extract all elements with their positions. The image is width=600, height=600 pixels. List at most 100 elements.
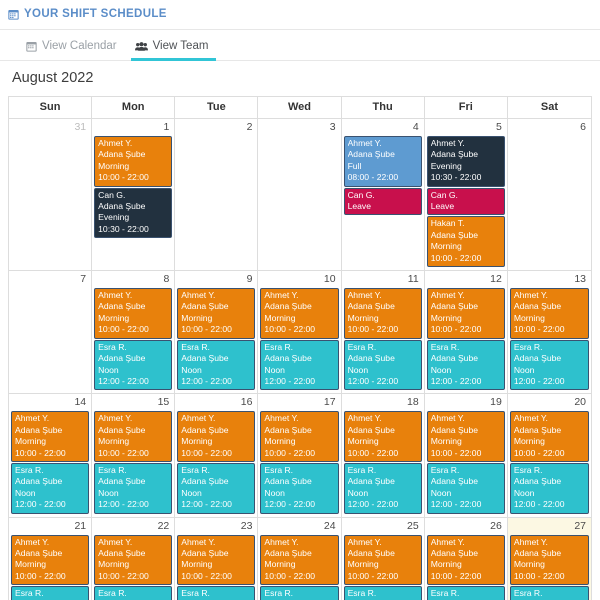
calendar-day-cell[interactable]: 24 Ahmet Y. Adana Şube Morning 10:00 - 22:00… [258, 517, 342, 600]
shift-event[interactable]: Ahmet Y. Adana Şube Morning 10:00 - 22:00 [177, 411, 256, 462]
calendar-weeks: 31 1 Ahmet Y. Adana Şube Morning 10:00 - 22:0… [9, 119, 591, 600]
shift-event[interactable]: Ahmet Y. Adana Şube Morning 10:00 - 22:00 [94, 136, 173, 187]
shift-event[interactable]: Ahmet Y. Adana Şube Morning 10:00 - 22:00 [343, 411, 422, 462]
shift-event[interactable]: Ahmet Y. Adana Şube Morning 10:00 - 22:00 [426, 288, 505, 339]
calendar-day-cell[interactable]: 12 Ahmet Y. Adana Şube Morning 10:00 - 22:00… [424, 271, 508, 394]
shift-type: Morning [181, 312, 213, 323]
shift-event[interactable]: Esra R.Adana ŞubeNoon12:00 - 22:00 [177, 462, 256, 514]
shift-event[interactable]: Esra R.Adana ŞubeNoon12:00 - 22:00 [426, 339, 505, 391]
day-number: 12 [490, 273, 502, 286]
calendar-day-cell[interactable]: 3 [258, 119, 342, 271]
shift-event[interactable]: Ahmet Y. Adana Şube Morning 10:00 - 22:00 [94, 411, 173, 462]
shift-branch: Adana Şube [264, 476, 312, 487]
shift-event[interactable]: Ahmet Y. Adana Şube Evening 10:30 - 22:00 [426, 136, 505, 187]
calendar-grid: Sun Mon Tue Wed Thu Fri Sat 31 1 Ahmet Y. Adana Ş… [8, 96, 592, 600]
shift-event[interactable]: Ahmet Y. Adana Şube Morning 10:00 - 22:00 [11, 534, 90, 586]
shift-event[interactable]: Esra R.Adana ŞubeNoon12:00 - 22:00 [260, 586, 339, 600]
calendar-day-cell[interactable]: 21 Ahmet Y. Adana Şube Morning 10:00 - 22:00… [9, 517, 93, 600]
calendar-day-cell[interactable]: 18 Ahmet Y. Adana Şube Morning 10:00 - 22:00… [341, 394, 425, 517]
calendar-day-cell[interactable]: 26 Ahmet Y. Adana Şube Morning 10:00 - 22:00… [424, 517, 508, 600]
shift-event[interactable]: Esra R.Adana ŞubeNoon12:00 - 22:00 [509, 462, 589, 514]
shift-event[interactable]: Ahmet Y. Adana Şube Morning 10:00 - 22:00 [509, 534, 589, 586]
shift-branch: Adana Şube [98, 149, 146, 160]
shift-employee-name: Ahmet Y. [181, 413, 216, 424]
shift-event[interactable]: Can G. Leave [343, 187, 422, 216]
calendar-day-cell[interactable]: 10 Ahmet Y. Adana Şube Morning 10:00 - 22:00… [258, 271, 342, 394]
shift-type: Morning [430, 312, 462, 323]
calendar-day-cell[interactable]: 6 [507, 119, 591, 271]
shift-event[interactable]: Ahmet Y. Adana Şube Morning 10:00 - 22:00 [426, 534, 505, 586]
shift-event[interactable]: Esra R.Adana ŞubeNoon12:00 - 22:00 [177, 586, 256, 600]
calendar-day-cell[interactable]: 13 Ahmet Y. Adana Şube Morning 10:00 - 22:00… [507, 271, 591, 394]
shift-time-range: 10:00 - 22:00 [15, 447, 66, 458]
shift-time-range: 10:00 - 22:00 [347, 570, 399, 581]
calendar-day-cell[interactable]: 31 [9, 119, 93, 271]
calendar-day-cell[interactable]: 1 Ahmet Y. Adana Şube Morning 10:00 - 22:00 C… [92, 119, 176, 271]
calendar-day-header: Sun [9, 97, 93, 118]
shift-event[interactable]: Esra R.Adana ŞubeNoon12:00 - 22:00 [260, 339, 339, 391]
calendar-day-cell[interactable]: 5 Ahmet Y. Adana Şube Evening 10:30 - 22:00 C… [424, 119, 508, 271]
shift-event[interactable]: Can G. Adana Şube Evening 10:30 - 22:00 [94, 187, 173, 239]
shift-event[interactable]: Ahmet Y. Adana Şube Morning 10:00 - 22:00 [260, 411, 339, 462]
calendar-day-cell[interactable]: 27 Ahmet Y. Adana Şube Morning 10:00 - 22:00… [507, 517, 591, 600]
shift-event[interactable]: Esra R.Adana ŞubeNoon12:00 - 22:00 [260, 462, 339, 514]
calendar-day-cell[interactable]: 9 Ahmet Y. Adana Şube Morning 10:00 - 22:00 E… [175, 271, 259, 394]
day-number: 20 [574, 396, 586, 409]
calendar-day-cell[interactable]: 22 Ahmet Y. Adana Şube Morning 10:00 - 22:00… [92, 517, 176, 600]
shift-employee-name: Esra R. [347, 341, 377, 352]
shift-event[interactable]: Ahmet Y. Adana Şube Full 08:00 - 22:00 [343, 136, 422, 187]
calendar-day-cell[interactable]: 2 [175, 119, 259, 271]
shift-event[interactable]: Ahmet Y. Adana Şube Morning 10:00 - 22:00 [509, 411, 589, 462]
calendar-day-header: Tue [175, 97, 259, 118]
calendar-day-cell[interactable]: 8 Ahmet Y. Adana Şube Morning 10:00 - 22:00 E… [92, 271, 176, 394]
shift-type: Morning [15, 436, 47, 447]
shift-employee-name: Ahmet Y. [430, 138, 465, 148]
calendar-day-cell[interactable]: 23 Ahmet Y. Adana Şube Morning 10:00 - 22:00… [175, 517, 259, 600]
day-events: Ahmet Y. Adana Şube Morning 10:00 - 22:00 Es… [426, 534, 506, 600]
shift-event[interactable]: Esra R.Adana ŞubeNoon12:00 - 22:00 [426, 462, 505, 514]
calendar-day-cell[interactable]: 11 Ahmet Y. Adana Şube Morning 10:00 - 22:00… [341, 271, 425, 394]
tab-view-calendar[interactable]: View Calendar [22, 38, 131, 60]
shift-event[interactable]: Hakan T. Adana Şube Morning 10:00 - 22:00 [426, 216, 505, 268]
shift-event[interactable]: Ahmet Y. Adana Şube Morning 10:00 - 22:00 [343, 534, 422, 586]
shift-event[interactable]: Ahmet Y. Adana Şube Morning 10:00 - 22:00 [260, 288, 339, 339]
shift-event[interactable]: Esra R.Adana ŞubeNoon12:00 - 22:00 [177, 339, 256, 391]
shift-event[interactable]: Esra R.Adana ŞubeNoon12:00 - 22:00 [11, 462, 90, 514]
calendar-day-cell[interactable]: 15 Ahmet Y. Adana Şube Morning 10:00 - 22:00… [92, 394, 176, 517]
shift-event[interactable]: Ahmet Y. Adana Şube Morning 10:00 - 22:00 [426, 411, 505, 462]
shift-event[interactable]: Ahmet Y. Adana Şube Morning 10:00 - 22:00 [94, 288, 173, 339]
shift-employee-name: Ahmet Y. [98, 138, 133, 148]
shift-event[interactable]: Esra R.Adana ŞubeNoon12:00 - 22:00 [509, 339, 589, 391]
shift-event[interactable]: Esra R.Adana ŞubeNoon12:00 - 22:00 [343, 586, 422, 600]
shift-event[interactable]: Ahmet Y. Adana Şube Morning 10:00 - 22:00 [177, 534, 256, 586]
shift-event[interactable]: Esra R.Adana ŞubeNoon12:00 - 22:00 [11, 586, 90, 600]
tab-view-team[interactable]: View Team [130, 38, 223, 61]
calendar-day-cell[interactable]: 25 Ahmet Y. Adana Şube Morning 10:00 - 22:00… [341, 517, 425, 600]
shift-event[interactable]: Ahmet Y. Adana Şube Morning 10:00 - 22:00 [177, 288, 256, 339]
shift-event[interactable]: Ahmet Y. Adana Şube Morning 10:00 - 22:00 [94, 534, 173, 586]
calendar-day-cell[interactable]: 14 Ahmet Y. Adana Şube Morning 10:00 - 22:00… [9, 394, 93, 517]
shift-branch: Adana Şube [430, 424, 479, 435]
calendar-day-cell[interactable]: 19 Ahmet Y. Adana Şube Morning 10:00 - 22:00… [424, 394, 508, 517]
calendar-day-cell[interactable]: 16 Ahmet Y. Adana Şube Morning 10:00 - 22:00… [175, 394, 259, 517]
calendar-day-cell[interactable]: 4 Ahmet Y. Adana Şube Full 08:00 - 22:00 Can … [341, 119, 425, 271]
shift-event[interactable]: Esra R.Adana ŞubeNoon12:00 - 22:00 [94, 586, 173, 600]
shift-event[interactable]: Esra R.Adana ŞubeNoon12:00 - 22:00 [94, 462, 173, 514]
shift-event[interactable]: Ahmet Y. Adana Şube Morning 10:00 - 22:00 [509, 288, 589, 339]
shift-branch: Adana Şube [181, 353, 229, 364]
shift-event[interactable]: Esra R.Adana ŞubeNoon12:00 - 22:00 [426, 586, 505, 600]
calendar-day-cell[interactable]: 17 Ahmet Y. Adana Şube Morning 10:00 - 22:00… [258, 394, 342, 517]
shift-event[interactable]: Can G. Leave [426, 187, 505, 216]
shift-event[interactable]: Esra R.Adana ŞubeNoon12:00 - 22:00 [509, 586, 589, 600]
shift-employee-name: Esra R. [264, 588, 294, 599]
shift-event[interactable]: Ahmet Y. Adana Şube Morning 10:00 - 22:00 [11, 411, 90, 462]
shift-employee-name: Ahmet Y. [15, 536, 50, 547]
shift-event[interactable]: Ahmet Y. Adana Şube Morning 10:00 - 22:00 [343, 288, 422, 339]
shift-time-range: 12:00 - 22:00 [264, 499, 316, 510]
calendar-day-cell[interactable]: 20 Ahmet Y. Adana Şube Morning 10:00 - 22:00… [507, 394, 591, 517]
shift-event[interactable]: Esra R.Adana ŞubeNoon12:00 - 22:00 [343, 462, 422, 514]
calendar-day-cell[interactable]: 7 [9, 271, 93, 394]
shift-event[interactable]: Ahmet Y. Adana Şube Morning 10:00 - 22:00 [260, 534, 339, 586]
shift-event[interactable]: Esra R.Adana ŞubeNoon12:00 - 22:00 [343, 339, 422, 391]
shift-event[interactable]: Esra R.Adana ŞubeNoon12:00 - 22:00 [94, 339, 173, 391]
